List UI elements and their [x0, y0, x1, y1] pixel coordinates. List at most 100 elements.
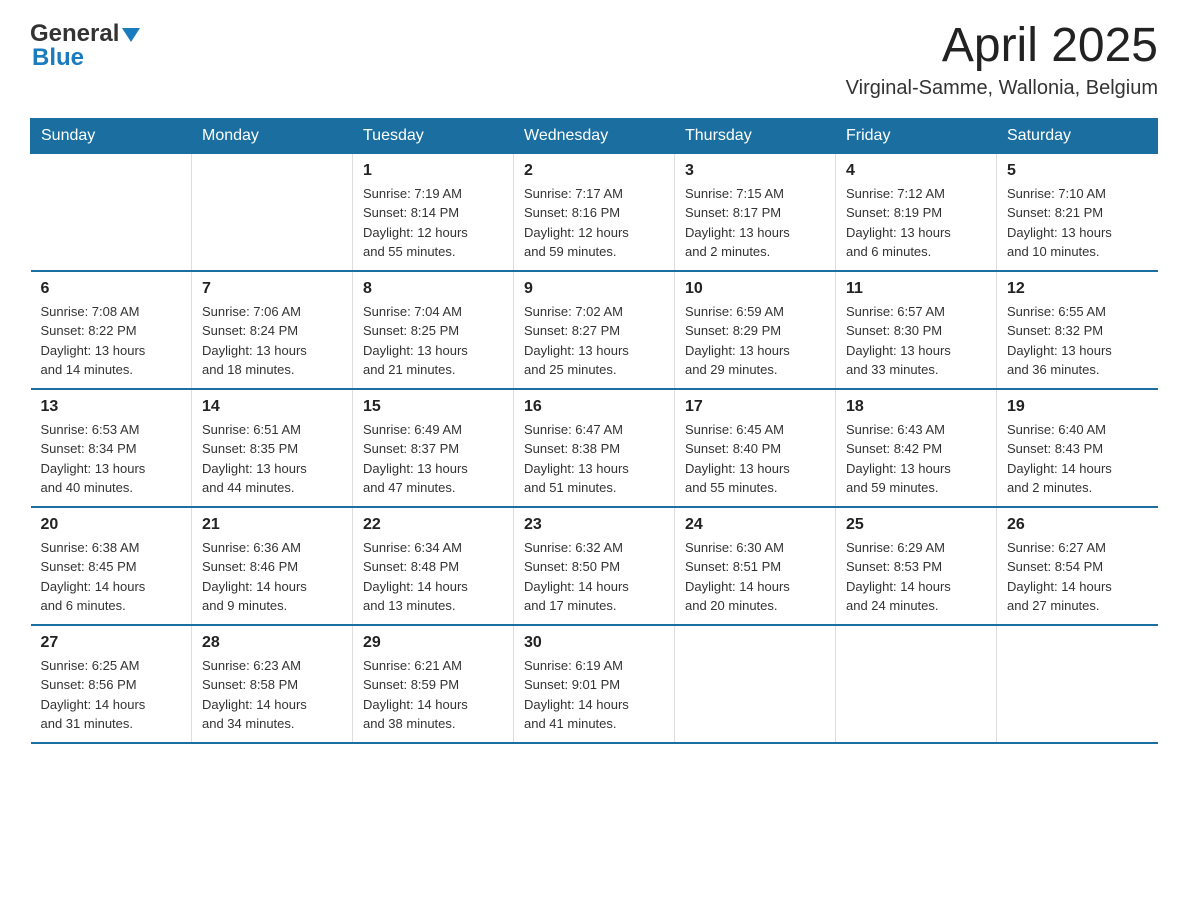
day-number: 7 [202, 280, 342, 298]
title-section: April 2025 Virginal-Samme, Wallonia, Bel… [846, 20, 1158, 100]
calendar-cell: 15Sunrise: 6:49 AM Sunset: 8:37 PM Dayli… [353, 389, 514, 507]
calendar-cell: 12 Sunrise: 6:55 AM Sunset: 8:32 PM Dayli… [997, 271, 1158, 389]
day-number: 10 [685, 280, 825, 298]
week-row-0: 1 Sunrise: 7:19 AM Sunset: 8:14 PM Daylig… [31, 153, 1158, 271]
day-info: Sunrise: 6:27 AM Sunset: 8:54 PM Dayligh… [1007, 538, 1148, 616]
calendar-cell [836, 625, 997, 743]
day-number: 23 [524, 516, 664, 534]
calendar-cell: 7 Sunrise: 7:06 AM Sunset: 8:24 PM Daylig… [192, 271, 353, 389]
day-info: Sunrise: 6:47 AM Sunset: 8:38 PM Dayligh… [524, 420, 664, 498]
day-info: Sunrise: 7:12 AM Sunset: 8:19 PM Dayligh… [846, 184, 986, 262]
day-number: 11 [846, 280, 986, 298]
header-thursday: Thursday [675, 118, 836, 153]
day-number: 22 [363, 516, 503, 534]
day-number: 16 [524, 398, 664, 416]
day-info: Sunrise: 6:36 AM Sunset: 8:46 PM Dayligh… [202, 538, 342, 616]
day-number: 29 [363, 634, 503, 652]
day-info: Sunrise: 6:38 AM Sunset: 8:45 PM Dayligh… [41, 538, 182, 616]
header-tuesday: Tuesday [353, 118, 514, 153]
day-info: Sunrise: 7:06 AM Sunset: 8:24 PM Dayligh… [202, 302, 342, 380]
calendar-cell: 6 Sunrise: 7:08 AM Sunset: 8:22 PM Daylig… [31, 271, 192, 389]
day-info: Sunrise: 6:40 AM Sunset: 8:43 PM Dayligh… [1007, 420, 1148, 498]
calendar-cell: 26 Sunrise: 6:27 AM Sunset: 8:54 PM Dayli… [997, 507, 1158, 625]
calendar-cell: 9Sunrise: 7:02 AM Sunset: 8:27 PM Daylig… [514, 271, 675, 389]
calendar-cell: 19 Sunrise: 6:40 AM Sunset: 8:43 PM Dayli… [997, 389, 1158, 507]
calendar-cell: 20 Sunrise: 6:38 AM Sunset: 8:45 PM Dayli… [31, 507, 192, 625]
day-number: 28 [202, 634, 342, 652]
month-title: April 2025 [846, 20, 1158, 73]
day-info: Sunrise: 6:30 AM Sunset: 8:51 PM Dayligh… [685, 538, 825, 616]
calendar-cell: 10 Sunrise: 6:59 AM Sunset: 8:29 PM Dayli… [675, 271, 836, 389]
calendar-cell: 5 Sunrise: 7:10 AM Sunset: 8:21 PM Daylig… [997, 153, 1158, 271]
calendar-cell: 3Sunrise: 7:15 AM Sunset: 8:17 PM Daylig… [675, 153, 836, 271]
day-number: 20 [41, 516, 182, 534]
day-info: Sunrise: 6:21 AM Sunset: 8:59 PM Dayligh… [363, 656, 503, 734]
day-number: 21 [202, 516, 342, 534]
day-number: 19 [1007, 398, 1148, 416]
day-info: Sunrise: 7:08 AM Sunset: 8:22 PM Dayligh… [41, 302, 182, 380]
logo-blue-text: Blue [32, 44, 84, 72]
calendar-cell: 8 Sunrise: 7:04 AM Sunset: 8:25 PM Daylig… [353, 271, 514, 389]
calendar-cell: 22 Sunrise: 6:34 AM Sunset: 8:48 PM Dayli… [353, 507, 514, 625]
day-info: Sunrise: 7:19 AM Sunset: 8:14 PM Dayligh… [363, 184, 503, 262]
calendar-cell: 29 Sunrise: 6:21 AM Sunset: 8:59 PM Dayli… [353, 625, 514, 743]
day-info: Sunrise: 6:25 AM Sunset: 8:56 PM Dayligh… [41, 656, 182, 734]
calendar-cell: 27Sunrise: 6:25 AM Sunset: 8:56 PM Dayli… [31, 625, 192, 743]
day-info: Sunrise: 6:19 AM Sunset: 9:01 PM Dayligh… [524, 656, 664, 734]
day-number: 24 [685, 516, 825, 534]
day-info: Sunrise: 6:34 AM Sunset: 8:48 PM Dayligh… [363, 538, 503, 616]
day-info: Sunrise: 7:10 AM Sunset: 8:21 PM Dayligh… [1007, 184, 1148, 262]
day-number: 15 [363, 398, 503, 416]
day-info: Sunrise: 6:55 AM Sunset: 8:32 PM Dayligh… [1007, 302, 1148, 380]
logo: General Blue [30, 20, 140, 72]
calendar-cell: 1 Sunrise: 7:19 AM Sunset: 8:14 PM Daylig… [353, 153, 514, 271]
day-info: Sunrise: 7:15 AM Sunset: 8:17 PM Dayligh… [685, 184, 825, 262]
day-number: 8 [363, 280, 503, 298]
calendar-cell: 11Sunrise: 6:57 AM Sunset: 8:30 PM Dayli… [836, 271, 997, 389]
calendar-cell: 18 Sunrise: 6:43 AM Sunset: 8:42 PM Dayli… [836, 389, 997, 507]
calendar-cell: 17Sunrise: 6:45 AM Sunset: 8:40 PM Dayli… [675, 389, 836, 507]
day-number: 30 [524, 634, 664, 652]
week-row-1: 6 Sunrise: 7:08 AM Sunset: 8:22 PM Daylig… [31, 271, 1158, 389]
day-info: Sunrise: 7:17 AM Sunset: 8:16 PM Dayligh… [524, 184, 664, 262]
day-info: Sunrise: 6:53 AM Sunset: 8:34 PM Dayligh… [41, 420, 182, 498]
location-title: Virginal-Samme, Wallonia, Belgium [846, 77, 1158, 100]
header-saturday: Saturday [997, 118, 1158, 153]
calendar-table: SundayMondayTuesdayWednesdayThursdayFrid… [30, 118, 1158, 744]
day-info: Sunrise: 6:45 AM Sunset: 8:40 PM Dayligh… [685, 420, 825, 498]
header-friday: Friday [836, 118, 997, 153]
calendar-body: 1 Sunrise: 7:19 AM Sunset: 8:14 PM Daylig… [31, 153, 1158, 743]
day-number: 18 [846, 398, 986, 416]
calendar-cell [192, 153, 353, 271]
day-info: Sunrise: 6:23 AM Sunset: 8:58 PM Dayligh… [202, 656, 342, 734]
calendar-cell: 2Sunrise: 7:17 AM Sunset: 8:16 PM Daylig… [514, 153, 675, 271]
calendar-cell: 21 Sunrise: 6:36 AM Sunset: 8:46 PM Dayli… [192, 507, 353, 625]
day-info: Sunrise: 6:32 AM Sunset: 8:50 PM Dayligh… [524, 538, 664, 616]
calendar-header: SundayMondayTuesdayWednesdayThursdayFrid… [31, 118, 1158, 153]
day-number: 12 [1007, 280, 1148, 298]
day-info: Sunrise: 6:43 AM Sunset: 8:42 PM Dayligh… [846, 420, 986, 498]
calendar-cell: 28 Sunrise: 6:23 AM Sunset: 8:58 PM Dayli… [192, 625, 353, 743]
day-number: 4 [846, 162, 986, 180]
header-monday: Monday [192, 118, 353, 153]
day-info: Sunrise: 6:59 AM Sunset: 8:29 PM Dayligh… [685, 302, 825, 380]
calendar-cell: 23 Sunrise: 6:32 AM Sunset: 8:50 PM Dayli… [514, 507, 675, 625]
calendar-cell [675, 625, 836, 743]
page-header: General Blue April 2025 Virginal-Samme, … [30, 20, 1158, 100]
day-info: Sunrise: 6:51 AM Sunset: 8:35 PM Dayligh… [202, 420, 342, 498]
day-info: Sunrise: 7:04 AM Sunset: 8:25 PM Dayligh… [363, 302, 503, 380]
day-number: 1 [363, 162, 503, 180]
calendar-cell: 16 Sunrise: 6:47 AM Sunset: 8:38 PM Dayli… [514, 389, 675, 507]
day-number: 6 [41, 280, 182, 298]
logo-arrow-icon [122, 28, 140, 42]
calendar-cell [31, 153, 192, 271]
day-number: 25 [846, 516, 986, 534]
calendar-cell: 13Sunrise: 6:53 AM Sunset: 8:34 PM Dayli… [31, 389, 192, 507]
day-number: 14 [202, 398, 342, 416]
day-number: 5 [1007, 162, 1148, 180]
day-number: 9 [524, 280, 664, 298]
week-row-2: 13Sunrise: 6:53 AM Sunset: 8:34 PM Dayli… [31, 389, 1158, 507]
day-number: 26 [1007, 516, 1148, 534]
calendar-cell: 25Sunrise: 6:29 AM Sunset: 8:53 PM Dayli… [836, 507, 997, 625]
header-sunday: Sunday [31, 118, 192, 153]
